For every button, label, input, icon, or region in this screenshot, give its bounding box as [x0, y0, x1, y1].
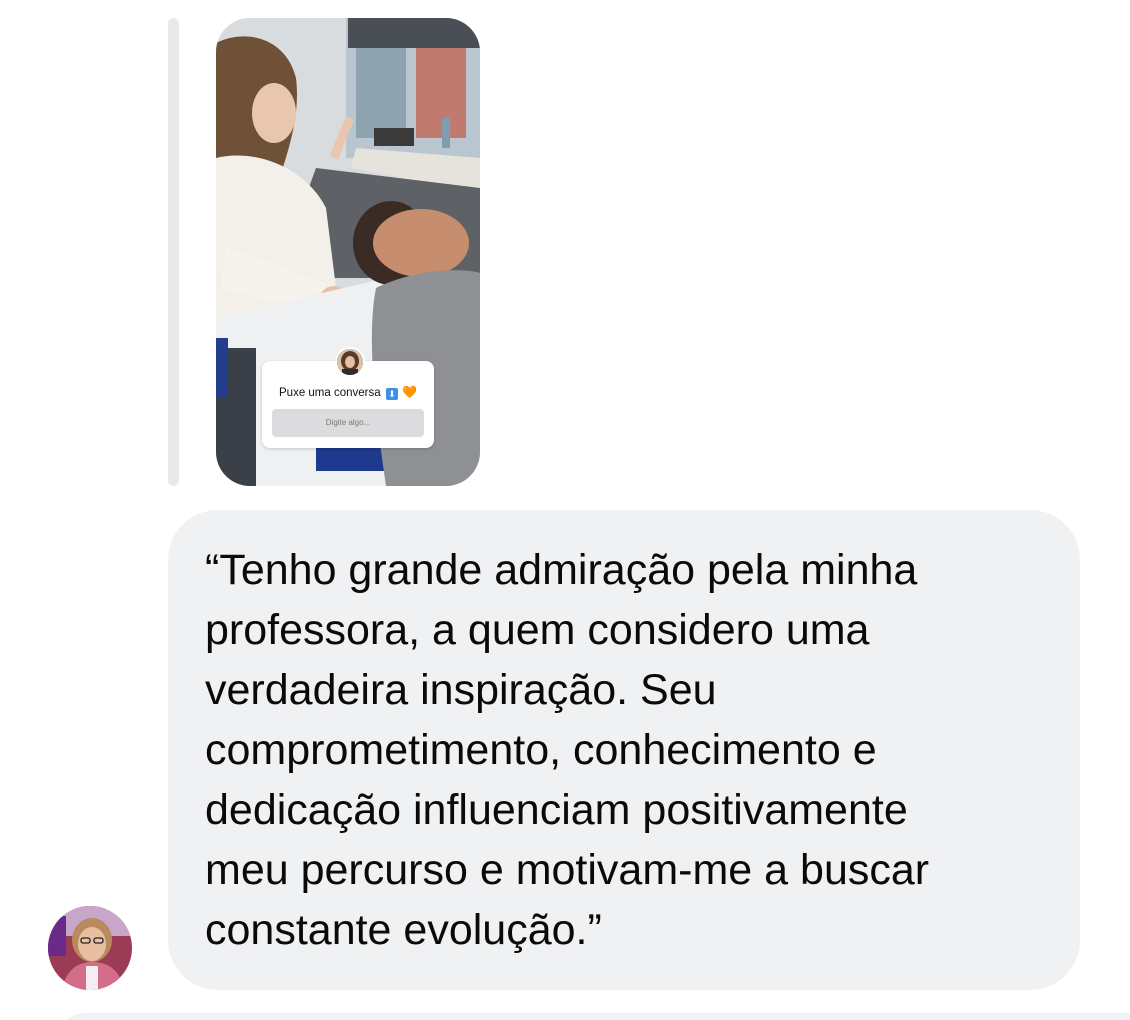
message-bubble[interactable]: “Tenho grande admiração pela minha profe… — [168, 510, 1080, 990]
story-reply-indicator-bar — [168, 18, 179, 486]
sticker-input-field: Digite algo... — [272, 409, 424, 437]
sticker-title-text: Puxe uma conversa — [279, 387, 381, 399]
sender-avatar[interactable] — [48, 906, 132, 990]
orange-heart-emoji-icon: 🧡 — [402, 385, 417, 399]
sticker-avatar — [335, 347, 365, 377]
next-message-bubble-edge — [60, 1013, 1130, 1020]
down-arrow-emoji-icon: ⬇ — [385, 388, 398, 400]
sticker-title: Puxe uma conversa ⬇ 🧡 — [262, 385, 434, 400]
question-sticker: Puxe uma conversa ⬇ 🧡 Digite algo... — [262, 347, 434, 448]
message-text: “Tenho grande admiração pela minha profe… — [205, 546, 930, 954]
story-preview-card[interactable]: Puxe uma conversa ⬇ 🧡 Digite algo... — [216, 18, 480, 486]
dm-conversation: Puxe uma conversa ⬇ 🧡 Digite algo... “Te… — [0, 0, 1130, 1020]
